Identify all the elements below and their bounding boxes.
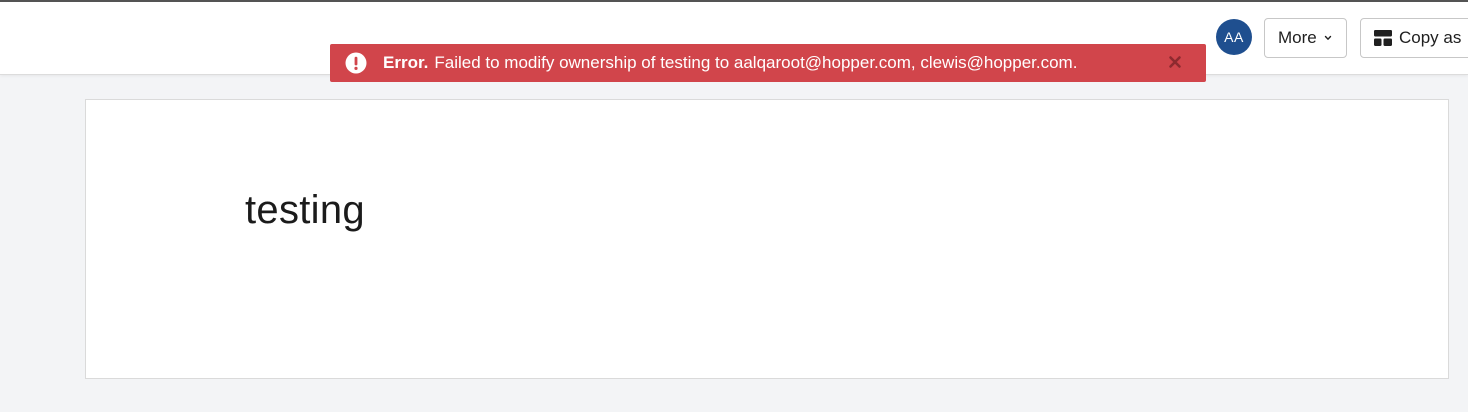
error-message: Failed to modify ownership of testing to… (434, 53, 1078, 72)
error-prefix: Error. (383, 53, 429, 72)
copy-as-button-label: Copy as (1399, 28, 1462, 47)
more-button[interactable]: More (1264, 18, 1347, 58)
chevron-down-icon (1323, 33, 1333, 43)
user-avatar[interactable]: AA (1216, 19, 1252, 55)
error-toast: Error. Failed to modify ownership of tes… (330, 44, 1206, 82)
exclamation-circle-icon (345, 52, 367, 74)
more-button-label: More (1278, 28, 1317, 47)
layout-template-icon (1373, 29, 1393, 47)
page-title: testing (245, 188, 365, 232)
content-card: testing (85, 99, 1449, 379)
copy-as-button[interactable]: Copy as (1360, 18, 1468, 58)
close-icon[interactable] (1166, 53, 1184, 71)
